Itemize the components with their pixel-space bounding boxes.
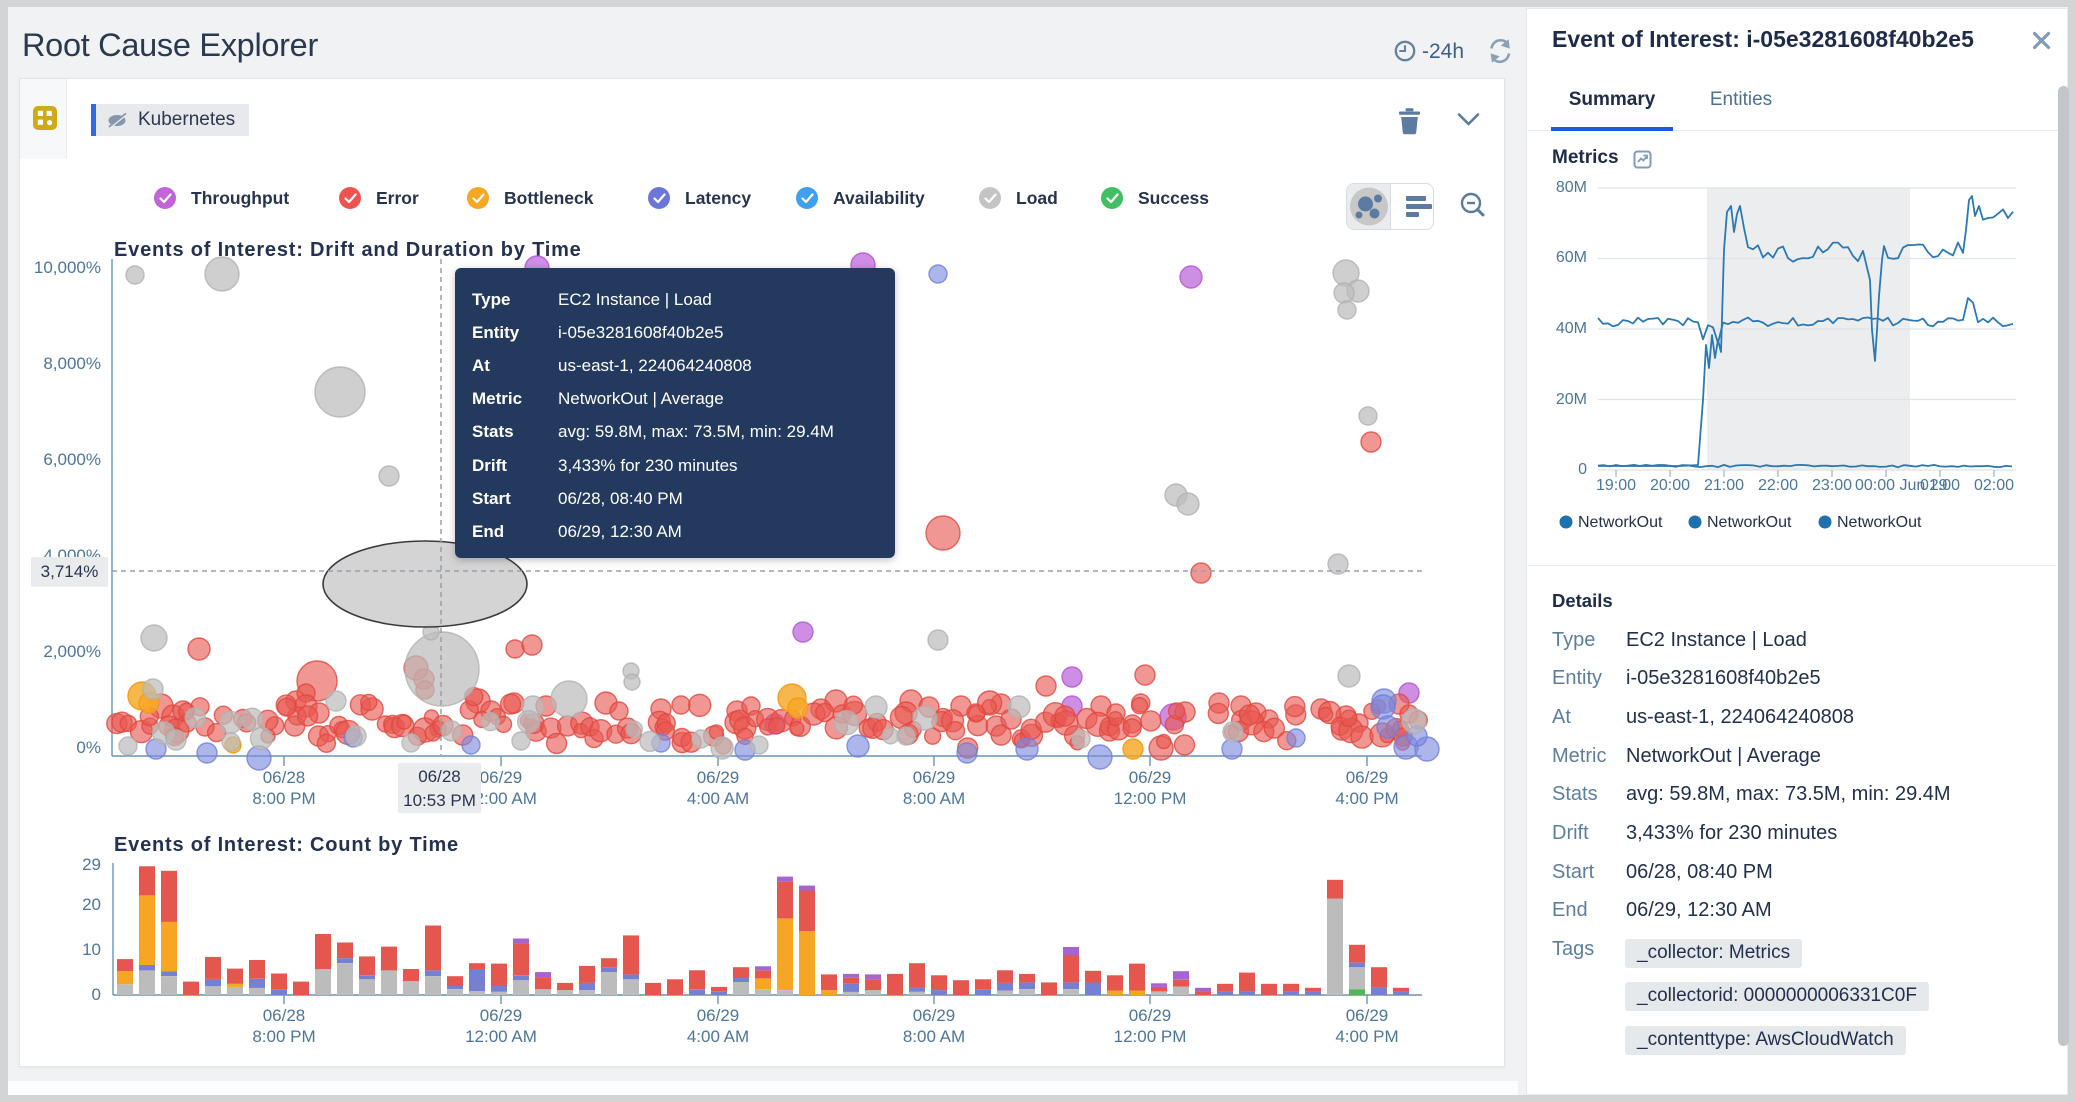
svg-text:-24h: -24h [1422,40,1464,63]
